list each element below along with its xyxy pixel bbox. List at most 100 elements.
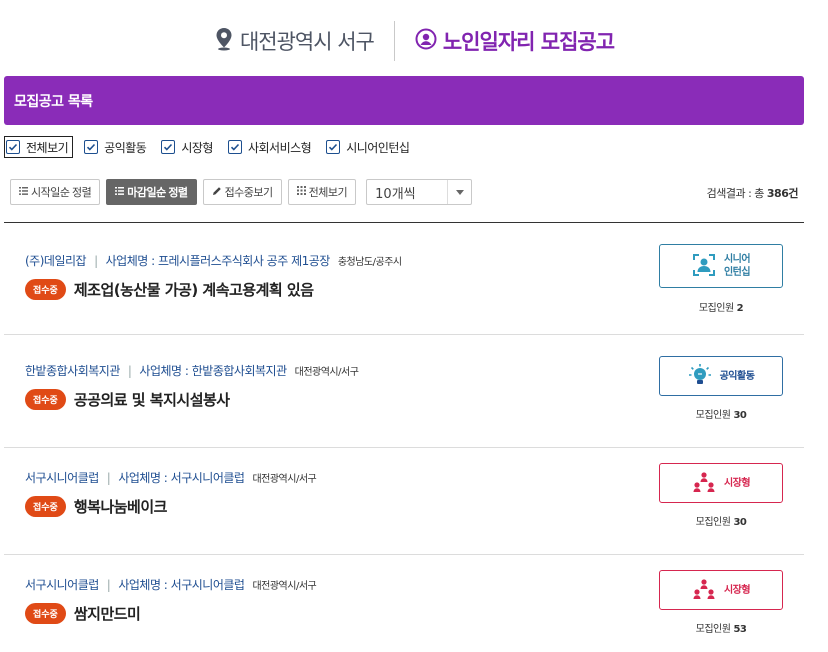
job-list-item[interactable]: 서구시니어클럽 | 사업체명 : 서구시니어클럽 대전광역시/서구 접수중 행복… [4,443,804,555]
grid-icon [296,186,306,198]
recruit-info: 모집인원 2 [659,299,783,314]
org-name[interactable]: 서구시니어클럽 [25,469,99,486]
job-title[interactable]: 행복나눔베이크 [74,496,168,517]
recruit-count: 30 [733,410,747,421]
filter-senior-intern[interactable]: 시니어인턴십 [325,136,413,158]
org-name[interactable]: 서구시니어클럽 [25,576,99,593]
view-all-button[interactable]: 전체보기 [287,179,357,205]
meta-separator: | [106,577,111,592]
checkbox-checked-icon[interactable] [161,140,176,154]
checkbox-checked-icon[interactable] [84,140,99,154]
filter-label: 전체보기 [26,140,69,155]
list-title-bar: 모집공고 목록 [4,76,804,125]
job-title-row: 접수중 행복나눔베이크 [25,496,167,517]
pencil-icon [212,186,222,199]
meta-separator: | [94,253,98,268]
org-name[interactable]: 한밭종합사회복지관 [25,362,120,379]
job-type-badge[interactable]: 시니어 인턴십 [659,244,783,288]
company-name: 사업체명 : 프레시플러스주식회사 공주 제1공장 [105,254,331,268]
button-label: 접수중보기 [224,187,274,199]
filter-social-service[interactable]: 사회서비스형 [227,136,315,158]
job-type-label: 시니어 인턴십 [723,254,751,278]
recruit-count: 2 [736,303,744,314]
job-list-item[interactable]: 서구시니어클럽 | 사업체명 : 서구시니어클럽 대전광역시/서구 접수중 쌈지… [4,550,804,652]
recruit-label: 모집인원 [695,517,731,528]
caret-down-icon[interactable] [447,180,471,204]
job-title[interactable]: 제조업(농산물 가공) 계속고용계획 있음 [74,279,314,300]
job-type-badge[interactable]: 공익활동 [659,356,783,396]
button-label: 마감일순 정렬 [127,187,188,199]
page-title-text: 노인일자리 모집공고 [442,30,615,54]
org-name[interactable]: (주)데일리잡 [25,252,87,269]
filter-all[interactable]: 전체보기 [4,136,74,158]
meta-separator: | [106,470,111,485]
job-meta: 한밭종합사회복지관 | 사업체명 : 한밭종합사회복지관 대전광역시/서구 [25,362,359,379]
job-region: 충청남도/공주시 [337,257,402,268]
job-type-label: 시장형 [723,477,751,489]
location-pin-icon [214,27,234,56]
filter-market[interactable]: 시장형 [160,136,217,158]
company-name: 사업체명 : 서구시니어클럽 [118,578,245,592]
job-region: 대전광역시/서구 [294,367,359,378]
company-name: 사업체명 : 서구시니어클럽 [118,471,245,485]
people-icon [692,578,716,603]
result-prefix: 검색결과 : 총 [706,187,765,200]
user-circle-icon [415,28,437,55]
list-title: 모집공고 목록 [14,93,93,110]
recruit-label: 모집인원 [698,303,734,314]
checkbox-checked-icon[interactable] [326,140,341,154]
job-title-row: 접수중 쌈지만드미 [25,603,141,624]
lightbulb-icon [688,363,712,390]
job-meta: (주)데일리잡 | 사업체명 : 프레시플러스주식회사 공주 제1공장 충청남도… [25,252,402,269]
job-title[interactable]: 쌈지만드미 [74,603,141,624]
status-badge: 접수중 [25,603,66,624]
status-badge: 접수중 [25,496,66,517]
recruit-label: 모집인원 [695,624,731,635]
intern-icon [692,253,716,280]
filter-label: 시장형 [181,140,213,155]
page-header: 대전광역시 서구 노인일자리 모집공고 [0,20,828,62]
search-result-count: 검색결과 : 총 386건 [706,185,799,201]
filter-label: 공익활동 [104,140,147,155]
job-list-item[interactable]: 한밭종합사회복지관 | 사업체명 : 한밭종합사회복지관 대전광역시/서구 접수… [4,336,804,448]
region-heading: 대전광역시 서구 [214,26,375,56]
people-icon [692,471,716,496]
sort-deadline-button[interactable]: 마감일순 정렬 [106,179,197,205]
status-badge: 접수중 [25,279,66,300]
job-title-row: 접수중 공공의료 및 복지시설봉사 [25,389,230,410]
recruit-count: 30 [733,517,747,528]
recruit-info: 모집인원 30 [659,513,783,528]
page-title: 노인일자리 모집공고 [415,26,615,56]
per-page-select[interactable]: 10개씩 [366,179,473,205]
filter-public-activity[interactable]: 공익활동 [83,136,150,158]
per-page-value: 10개씩 [375,186,416,202]
job-title[interactable]: 공공의료 및 복지시설봉사 [74,389,230,410]
recruit-count: 53 [733,624,747,635]
job-list-item[interactable]: (주)데일리잡 | 사업체명 : 프레시플러스주식회사 공주 제1공장 충청남도… [4,223,804,335]
job-region: 대전광역시/서구 [252,474,317,485]
job-type-badge[interactable]: 시장형 [659,463,783,503]
recruit-label: 모집인원 [695,410,731,421]
region-text: 대전광역시 서구 [239,30,375,54]
company-name: 사업체명 : 한밭종합사회복지관 [139,364,287,378]
job-type-badge[interactable]: 시장형 [659,570,783,610]
open-only-button[interactable]: 접수중보기 [202,179,282,205]
checkbox-checked-icon[interactable] [6,140,20,154]
job-type-label: 시장형 [723,584,751,596]
filter-label: 시니어인턴십 [346,140,410,155]
job-meta: 서구시니어클럽 | 사업체명 : 서구시니어클럽 대전광역시/서구 [25,469,317,486]
meta-separator: | [127,363,132,378]
job-meta: 서구시니어클럽 | 사업체명 : 서구시니어클럽 대전광역시/서구 [25,576,317,593]
filter-checkboxes: 전체보기 공익활동 시장형 사회서비스형 시니어인턴십 [4,136,423,158]
checkbox-checked-icon[interactable] [227,140,242,154]
sort-start-date-button[interactable]: 시작일순 정렬 [10,179,101,205]
list-icon [115,186,125,198]
recruit-info: 모집인원 53 [659,620,783,635]
job-type-label: 공익활동 [719,370,755,382]
list-toolbar: 시작일순 정렬 마감일순 정렬 접수중보기 전체보기 10개씩 [10,179,473,205]
recruit-info: 모집인원 30 [659,406,783,421]
result-number: 386건 [766,187,799,200]
button-label: 전체보기 [308,187,348,199]
list-icon [19,186,28,198]
button-label: 시작일순 정렬 [31,187,92,199]
